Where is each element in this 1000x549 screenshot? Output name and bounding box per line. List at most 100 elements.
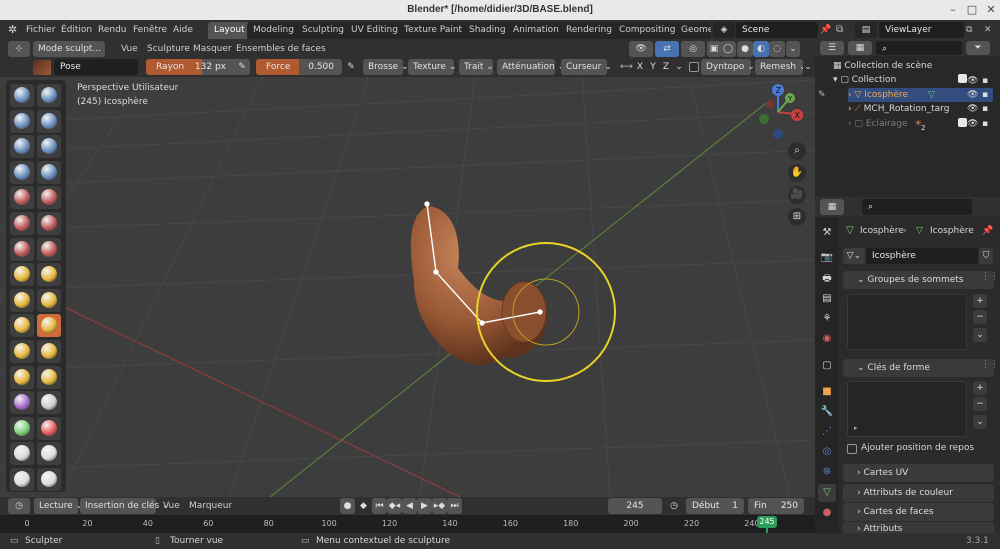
scene-name[interactable]: Scene [736, 22, 818, 38]
rendered-shading-icon[interactable]: ◌ [769, 41, 785, 57]
grid-view-icon[interactable]: ⊞ [788, 208, 806, 226]
eclairage-exclude-checkbox[interactable] [958, 118, 967, 127]
visibility-dropdown-icon[interactable]: 👁 [629, 41, 653, 57]
menu-sculpture[interactable]: Sculpture [147, 40, 190, 58]
fake-user-shield-icon[interactable]: ⛉ [979, 248, 993, 264]
lecture-dropdown[interactable]: Lecture ⌄ [34, 498, 83, 514]
menu-fichier[interactable]: Fichier [26, 20, 55, 40]
mesh-name-field[interactable]: Icosphère [866, 248, 978, 264]
material-shading-icon[interactable]: ◐ [753, 41, 769, 57]
outliner-search[interactable]: ⌕ [876, 41, 962, 55]
vertex-group-menu-icon[interactable]: ⌄ [973, 328, 987, 342]
tool-crease-icon[interactable] [10, 186, 34, 210]
xray-toggle-icon[interactable]: ▣ [707, 41, 721, 57]
outliner-scene-collection[interactable]: ▦ Collection de scène [833, 59, 932, 73]
keying-options-icon[interactable]: ◆ [356, 498, 371, 514]
tool-pinch-icon[interactable] [10, 263, 34, 287]
edit-pencil-icon[interactable]: ✎ [818, 88, 826, 102]
tab-shading[interactable]: Shading [463, 22, 512, 39]
outliner-row-eclairage[interactable]: › ▢ Eclairage [848, 117, 907, 131]
mesh-data-tab-icon[interactable]: ▽ [818, 484, 836, 502]
brush-name-field[interactable]: Pose [54, 59, 138, 75]
pan-hand-icon[interactable]: ✋ [788, 164, 806, 182]
render-tab-icon[interactable]: 📷 [818, 249, 836, 267]
rest-position-checkbox[interactable] [847, 444, 857, 454]
strength-pressure-icon[interactable]: ✎ [344, 59, 358, 75]
record-icon[interactable]: ● [340, 498, 355, 514]
dyntopo-checkbox[interactable] [689, 62, 699, 72]
options-icon[interactable]: ⌄ [803, 59, 813, 75]
breadcrumb-pin-icon[interactable]: 📌 [982, 224, 993, 238]
timeline-editor-icon[interactable]: ◷ [8, 498, 30, 514]
tab-animation[interactable]: Animation [507, 22, 565, 39]
properties-editor-icon[interactable]: ▦ [820, 199, 844, 215]
tab-rendering[interactable]: Rendering [560, 22, 618, 39]
remesh-dropdown[interactable]: Remesh ⌄ [755, 59, 807, 75]
tool-snake-hook-icon[interactable] [37, 288, 61, 312]
tool-slide-relax-icon[interactable] [10, 365, 34, 389]
menu-rendu[interactable]: Rendu [98, 20, 127, 40]
section-attributs-couleur[interactable]: › Attributs de couleur [843, 484, 994, 502]
constraints-tab-icon[interactable]: ⊛ [818, 463, 836, 481]
shape-keys-list[interactable]: ▸ [847, 381, 967, 437]
tab-sculpting[interactable]: Sculpting [296, 22, 351, 39]
texture-dropdown[interactable]: Texture ⌄ [408, 59, 456, 75]
timeline-menu-marqueur[interactable]: Marqueur [189, 497, 232, 515]
world-tab-icon[interactable]: ◉ [818, 330, 836, 348]
tool-draw-sharp-icon[interactable] [37, 84, 61, 107]
camera-icon[interactable]: 🎥 [788, 186, 806, 204]
start-frame-field[interactable]: Début 1 [686, 498, 744, 514]
modifier-tab-icon[interactable]: 🔧 [818, 403, 836, 421]
tool-boundary-icon[interactable] [37, 365, 61, 389]
current-frame-field[interactable]: 245 [608, 498, 662, 514]
editor-type-icon[interactable]: ⊹ [8, 41, 30, 57]
tool-draw-face-sets-icon[interactable] [37, 416, 61, 440]
menu-fenetre[interactable]: Fenêtre [133, 20, 167, 40]
solid-shading-icon[interactable]: ● [737, 41, 753, 57]
shading-options-icon[interactable]: ⌄ [786, 41, 800, 57]
tool-nudge-icon[interactable] [10, 340, 34, 363]
tool-simplify-icon[interactable] [37, 391, 61, 415]
tool-multires-displacement-eraser-icon[interactable] [10, 442, 34, 466]
tool-multiplane-scrape-icon[interactable] [37, 237, 61, 261]
remove-shape-key-icon[interactable]: − [973, 397, 987, 411]
mch-eye-icon[interactable]: 👁 [967, 102, 978, 116]
tool-flatten-icon[interactable] [10, 212, 34, 235]
brush-thumbnail[interactable] [33, 60, 51, 75]
scene-tab-icon[interactable]: ⚘ [818, 310, 836, 328]
tool-pose-icon[interactable] [37, 314, 61, 338]
menu-masquer[interactable]: Masquer [193, 40, 232, 58]
jump-start-icon[interactable]: ⏮ [372, 498, 387, 514]
tool-elastic-deform-icon[interactable] [10, 288, 34, 312]
section-cartes-uv[interactable]: › Cartes UV [843, 464, 994, 482]
axis-z-toggle[interactable]: Z [660, 59, 672, 75]
collection-camera-icon[interactable]: ▪ [982, 74, 988, 88]
navigation-gizmo[interactable]: Z X Y [750, 82, 810, 142]
new-scene-icon[interactable]: ⧉ [836, 22, 850, 38]
tool-mask-icon[interactable] [10, 416, 34, 440]
tab-geometry[interactable]: Geome [675, 22, 711, 39]
icosphere-camera-icon[interactable]: ▪ [982, 88, 988, 102]
menu-vue[interactable]: Vue [121, 40, 138, 58]
menu-edition[interactable]: Édition [61, 20, 92, 40]
viewlayer-name[interactable]: ViewLayer [879, 22, 964, 38]
tab-layout[interactable]: Layout [208, 22, 251, 39]
scene-selector-icon[interactable]: ◈ [713, 22, 735, 38]
brosse-dropdown[interactable]: Brosse ⌄ [363, 59, 409, 75]
cles-drag-icon[interactable]: ⋮⋮ [981, 360, 999, 370]
physics-tab-icon[interactable]: ◎ [818, 443, 836, 461]
play-reverse-icon[interactable]: ◀ [402, 498, 417, 514]
tool-fill-icon[interactable] [37, 212, 61, 235]
collection-exclude-checkbox[interactable] [958, 74, 967, 83]
tool-smear-icon[interactable] [37, 468, 61, 491]
eclairage-eye-icon[interactable]: 👁 [967, 117, 978, 131]
mode-dropdown[interactable]: Mode sculpt... [33, 41, 105, 57]
mch-camera-icon[interactable]: ▪ [982, 102, 988, 116]
shape-key-menu-icon[interactable]: ⌄ [973, 415, 987, 429]
list-expand-icon[interactable]: ▸ [854, 424, 858, 432]
remove-vertex-group-icon[interactable]: − [973, 310, 987, 324]
viewlayer-selector-icon[interactable]: ▤ [855, 22, 877, 38]
axis-y-toggle[interactable]: Y [647, 59, 659, 75]
blender-logo-icon[interactable]: ✲ [8, 23, 22, 37]
tool-paint-icon[interactable] [10, 468, 34, 491]
